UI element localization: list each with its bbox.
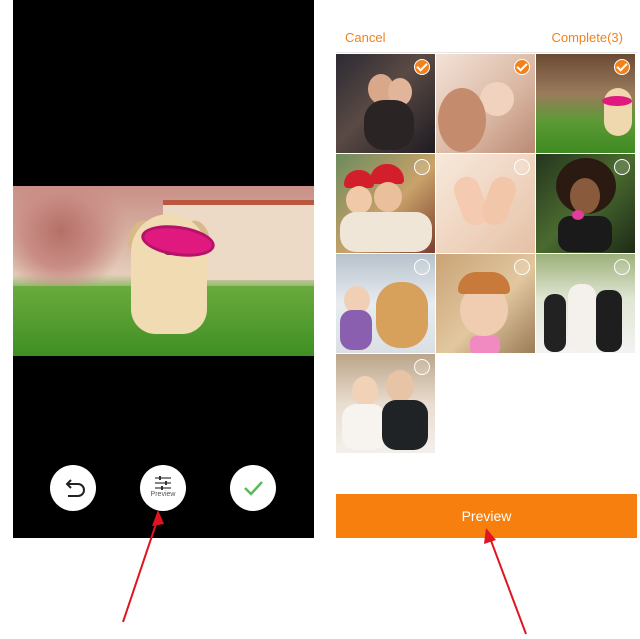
arrow-to-editor-preview xyxy=(122,510,164,623)
arrow-to-picker-preview xyxy=(484,528,527,635)
annotation-arrows xyxy=(122,510,527,635)
